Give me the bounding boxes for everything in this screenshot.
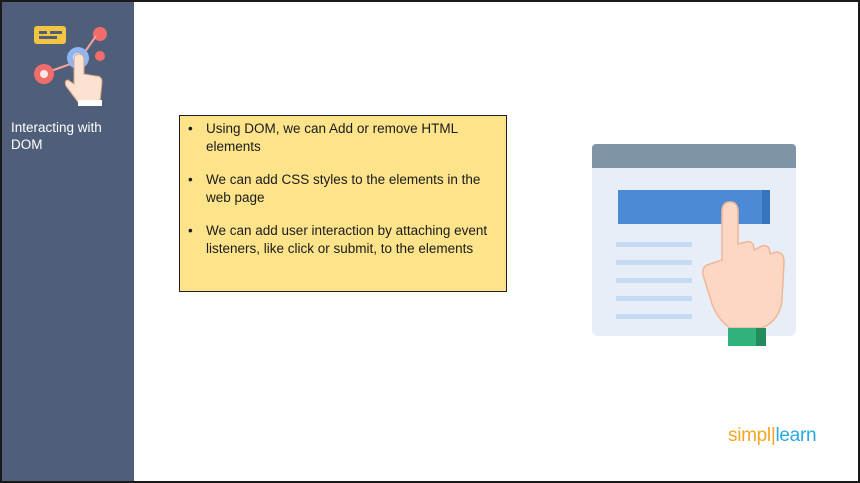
bullet-text: Using DOM, we can Add or remove HTML ele…	[206, 121, 458, 154]
sidebar: Interacting with DOM	[2, 2, 134, 481]
bullet-text: We can add user interaction by attaching…	[206, 223, 488, 256]
bullet-item: • We can add user interaction by attachin…	[186, 222, 498, 257]
sidebar-title: Interacting with DOM	[11, 120, 102, 152]
bullet-item: • We can add CSS styles to the elements i…	[186, 171, 498, 206]
webpage-click-illustration	[592, 144, 796, 346]
slide: Interacting with DOM • Using DOM, we can …	[2, 2, 858, 481]
bullet-list: • Using DOM, we can Add or remove HTML el…	[186, 120, 498, 257]
bullet-dot: •	[188, 121, 193, 136]
bullet-box: • Using DOM, we can Add or remove HTML el…	[179, 115, 507, 292]
simplilearn-logo: simpl|learn	[728, 425, 817, 446]
bullet-item: • Using DOM, we can Add or remove HTML el…	[186, 120, 498, 155]
bullet-text: We can add CSS styles to the elements in…	[206, 172, 481, 205]
bullet-dot: •	[188, 172, 193, 187]
touch-interaction-icon	[34, 26, 107, 106]
bullet-dot: •	[188, 223, 193, 238]
